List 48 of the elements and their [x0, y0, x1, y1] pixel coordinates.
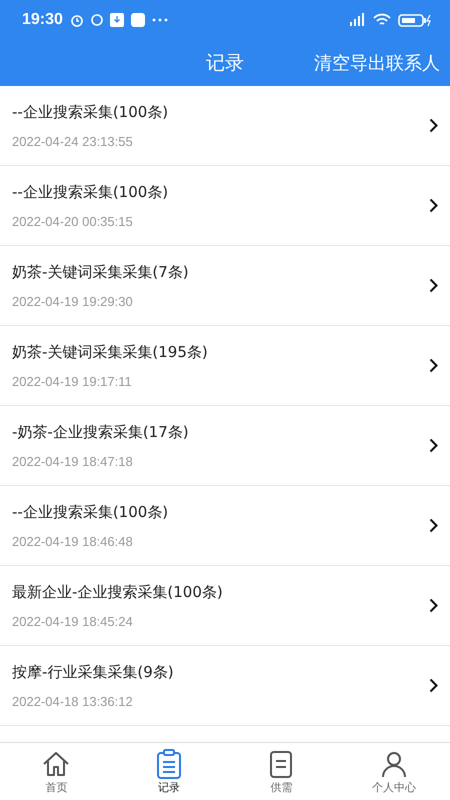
record-title: 奶茶-关键词采集采集(195条)	[12, 342, 209, 362]
clipboard-icon	[156, 748, 182, 778]
chevron-right-icon	[429, 598, 438, 613]
nav-tab[interactable]: 记录	[112, 743, 225, 800]
record-time: 2022-04-24 23:13:55	[12, 134, 134, 148]
record-time: 2022-04-19 18:46:48	[12, 534, 134, 548]
chevron-right-icon	[429, 198, 438, 213]
chevron-right-icon	[429, 358, 438, 373]
record-time: 2022-04-19 18:47:18	[12, 454, 134, 468]
document-icon	[268, 748, 294, 778]
record-title: --企业搜索采集(100条)	[12, 502, 170, 522]
more-icon	[152, 18, 168, 22]
record-time: 2022-04-19 18:45:24	[12, 614, 134, 628]
app-icon	[130, 13, 145, 27]
record-title: -奶茶-企业搜索采集(17条)	[12, 422, 190, 442]
chevron-right-icon	[429, 118, 438, 133]
signal-icon	[348, 13, 366, 27]
export-contacts-button[interactable]: 清空导出联系人	[314, 47, 440, 79]
page-title: 记录	[206, 51, 244, 76]
record-title: --企业搜索采集(100条)	[12, 102, 170, 122]
chevron-right-icon	[429, 438, 438, 453]
record-row[interactable]: 奶茶-关键词采集采集(7条) 2022-04-19 19:29:30	[0, 246, 450, 326]
chevron-right-icon	[429, 518, 438, 533]
record-time: 2022-04-19 19:17:11	[12, 374, 133, 388]
record-row[interactable]: 奶茶-关键词采集采集(195条) 2022-04-19 19:17:11	[0, 326, 450, 406]
record-title: 按摩-行业采集采集(9条)	[12, 662, 175, 682]
chevron-right-icon	[429, 278, 438, 293]
record-title: 最新企业-企业搜索采集(100条)	[12, 582, 224, 602]
record-row[interactable]: 按摩-行业采集采集(9条) 2022-04-18 13:36:12	[0, 646, 450, 726]
chevron-right-icon	[429, 678, 438, 693]
battery-icon	[398, 13, 432, 27]
alarm-icon	[70, 13, 84, 27]
record-row[interactable]: --企业搜索采集(100条) 2022-04-24 23:13:55	[0, 86, 450, 166]
nav-tab[interactable]: 首页	[0, 743, 112, 800]
record-row[interactable]: -奶茶-企业搜索采集(17条) 2022-04-19 18:47:18	[0, 406, 450, 486]
record-time: 2022-04-18 13:36:12	[12, 694, 134, 708]
record-row[interactable]: 最新企业-企业搜索采集(100条) 2022-04-19 18:45:24	[0, 566, 450, 646]
record-title: 奶茶-关键词采集采集(7条)	[12, 262, 190, 282]
record-time: 2022-04-20 00:35:15	[12, 214, 134, 228]
record-row[interactable]: --企业搜索采集(100条) 2022-04-20 00:35:15	[0, 166, 450, 246]
download-icon	[110, 13, 124, 27]
record-title: --企业搜索采集(100条)	[12, 182, 170, 202]
nav-tab[interactable]: 供需	[225, 743, 338, 800]
record-time: 2022-04-19 19:29:30	[12, 294, 134, 308]
status-time: 19:30	[22, 11, 63, 29]
wifi-icon	[373, 13, 391, 27]
record-row[interactable]: --企业搜索采集(100条) 2022-04-19 18:46:48	[0, 486, 450, 566]
nav-tab[interactable]: 个人中心	[338, 743, 450, 800]
